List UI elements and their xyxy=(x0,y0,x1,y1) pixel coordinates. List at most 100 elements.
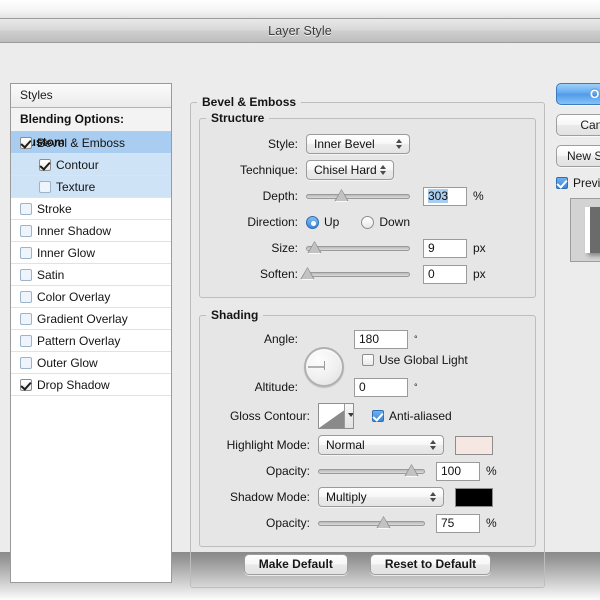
size-slider[interactable] xyxy=(306,239,410,257)
highlight-mode-label: Highlight Mode: xyxy=(226,438,310,452)
effect-row[interactable]: Stroke xyxy=(11,198,171,220)
size-row: Size: 9 px xyxy=(210,235,525,261)
size-value: 9 xyxy=(428,240,435,255)
angle-label: Angle: xyxy=(263,332,298,346)
highlight-opacity-input[interactable]: 100 xyxy=(436,461,480,481)
size-slider-thumb[interactable] xyxy=(307,241,322,254)
effect-checkbox[interactable] xyxy=(20,312,32,325)
effect-row[interactable]: Color Overlay xyxy=(11,286,171,308)
preview-thumbnail xyxy=(570,198,600,262)
highlight-mode-select[interactable]: Normal xyxy=(318,435,444,455)
contour-dropdown-arrow-icon[interactable] xyxy=(344,404,353,428)
bevel-emboss-group: Bevel & Emboss Structure Style: Inner Be… xyxy=(190,95,545,588)
shadow-opacity-track xyxy=(318,521,425,526)
shadow-opacity-thumb[interactable] xyxy=(376,516,391,529)
direction-up-radio[interactable] xyxy=(306,215,319,229)
effect-row[interactable]: Inner Shadow xyxy=(11,220,171,242)
anti-aliased-checkbox[interactable] xyxy=(372,410,384,422)
depth-label: Depth: xyxy=(262,189,298,203)
effect-row[interactable]: Texture xyxy=(11,176,171,198)
soften-slider[interactable] xyxy=(300,265,410,283)
make-default-button[interactable]: Make Default xyxy=(243,554,348,575)
dialog-body: Styles Blending Options: Custom Bevel & … xyxy=(0,43,600,588)
depth-slider-thumb[interactable] xyxy=(334,189,349,202)
anti-aliased-toggle[interactable]: Anti-aliased xyxy=(372,409,452,423)
shadow-opacity-slider[interactable] xyxy=(318,514,425,532)
style-row: Style: Inner Bevel xyxy=(210,131,525,157)
effect-checkbox[interactable] xyxy=(39,158,51,171)
new-style-button[interactable]: New Style... xyxy=(556,145,600,167)
technique-select[interactable]: Chisel Hard xyxy=(306,160,394,180)
highlight-color-swatch[interactable] xyxy=(455,435,493,455)
effect-row[interactable]: Pattern Overlay xyxy=(11,330,171,352)
direction-down-radio[interactable] xyxy=(361,215,375,229)
cancel-button[interactable]: Cancel xyxy=(556,114,600,136)
shadow-mode-row: Shadow Mode: Multiply xyxy=(210,484,525,510)
size-unit: px xyxy=(473,241,486,255)
highlight-opacity-thumb[interactable] xyxy=(404,464,419,477)
effect-checkbox[interactable] xyxy=(20,202,32,215)
reset-to-default-button[interactable]: Reset to Default xyxy=(369,554,492,575)
effect-row[interactable]: Outer Glow xyxy=(11,352,171,374)
highlight-opacity-value: 100 xyxy=(441,463,462,478)
gloss-contour-label: Gloss Contour: xyxy=(229,409,310,423)
effect-row[interactable]: Gradient Overlay xyxy=(11,308,171,330)
shadow-color-swatch[interactable] xyxy=(455,487,493,507)
direction-label: Direction: xyxy=(247,215,298,229)
depth-row: Depth: 303 % xyxy=(210,183,525,209)
shadow-opacity-input[interactable]: 75 xyxy=(436,513,480,533)
soften-label: Soften: xyxy=(259,267,298,281)
shadow-mode-select[interactable]: Multiply xyxy=(318,487,444,507)
effect-row[interactable]: Contour xyxy=(11,154,171,176)
effect-checkbox[interactable] xyxy=(20,356,32,369)
depth-input[interactable]: 303 xyxy=(423,186,467,206)
size-input[interactable]: 9 xyxy=(423,238,467,258)
anti-aliased-label: Anti-aliased xyxy=(389,409,452,423)
direction-down-option[interactable]: Down xyxy=(361,215,410,229)
effect-checkbox[interactable] xyxy=(20,268,32,281)
blending-options-row[interactable]: Blending Options: Custom xyxy=(11,108,171,149)
altitude-input[interactable]: 0 xyxy=(354,377,408,397)
effect-row[interactable]: Satin xyxy=(11,264,171,286)
effect-row[interactable]: Inner Glow xyxy=(11,242,171,264)
gloss-contour-thumbnail[interactable] xyxy=(318,403,354,429)
updown-arrows-icon xyxy=(380,163,387,177)
direction-row: Direction: Up Down xyxy=(210,209,525,235)
dialog-title: Layer Style xyxy=(268,23,332,38)
soften-slider-thumb[interactable] xyxy=(300,267,315,280)
soften-input[interactable]: 0 xyxy=(423,264,467,284)
ok-button[interactable]: OK xyxy=(556,83,600,105)
effect-checkbox[interactable] xyxy=(20,246,32,259)
structure-group-title: Structure xyxy=(211,111,265,125)
gloss-contour-row: Gloss Contour: Anti-aliased xyxy=(210,400,525,432)
angle-tick-icon xyxy=(324,361,325,370)
preview-toggle[interactable]: Preview xyxy=(556,176,600,190)
depth-slider[interactable] xyxy=(306,187,410,205)
effect-checkbox[interactable] xyxy=(20,290,32,303)
effect-checkbox[interactable] xyxy=(39,180,51,193)
shading-group: Shading Angle: 180 ° Use Global Light Al… xyxy=(199,308,536,547)
soften-row: Soften: 0 px xyxy=(210,261,525,287)
direction-up-option[interactable]: Up xyxy=(306,215,339,229)
dialog-titlebar[interactable]: Layer Style xyxy=(0,19,600,43)
styles-panel-header[interactable]: Styles xyxy=(11,84,171,108)
desktop-backdrop-top xyxy=(0,0,600,18)
effect-label: Pattern Overlay xyxy=(37,333,121,348)
effect-checkbox[interactable] xyxy=(20,136,32,149)
style-select[interactable]: Inner Bevel xyxy=(306,134,410,154)
effect-checkbox[interactable] xyxy=(20,334,32,347)
effect-checkbox[interactable] xyxy=(20,378,32,391)
effect-checkbox[interactable] xyxy=(20,224,32,237)
effect-label: Contour xyxy=(56,157,99,172)
angle-input[interactable]: 180 xyxy=(354,329,408,349)
effects-list: Bevel & Emboss Contour Texture Stroke Inner … xyxy=(11,132,171,396)
use-global-light-checkbox[interactable] xyxy=(362,354,374,366)
use-global-light-toggle[interactable]: Use Global Light xyxy=(362,353,468,367)
preview-checkbox[interactable] xyxy=(556,177,568,189)
effect-label: Stroke xyxy=(37,201,72,216)
layer-style-dialog: Layer Style Styles Blending Options: Cus… xyxy=(0,18,600,588)
altitude-label: Altitude: xyxy=(254,380,298,394)
effect-label: Drop Shadow xyxy=(37,377,110,392)
effect-row[interactable]: Drop Shadow xyxy=(11,374,171,396)
highlight-opacity-slider[interactable] xyxy=(318,462,425,480)
